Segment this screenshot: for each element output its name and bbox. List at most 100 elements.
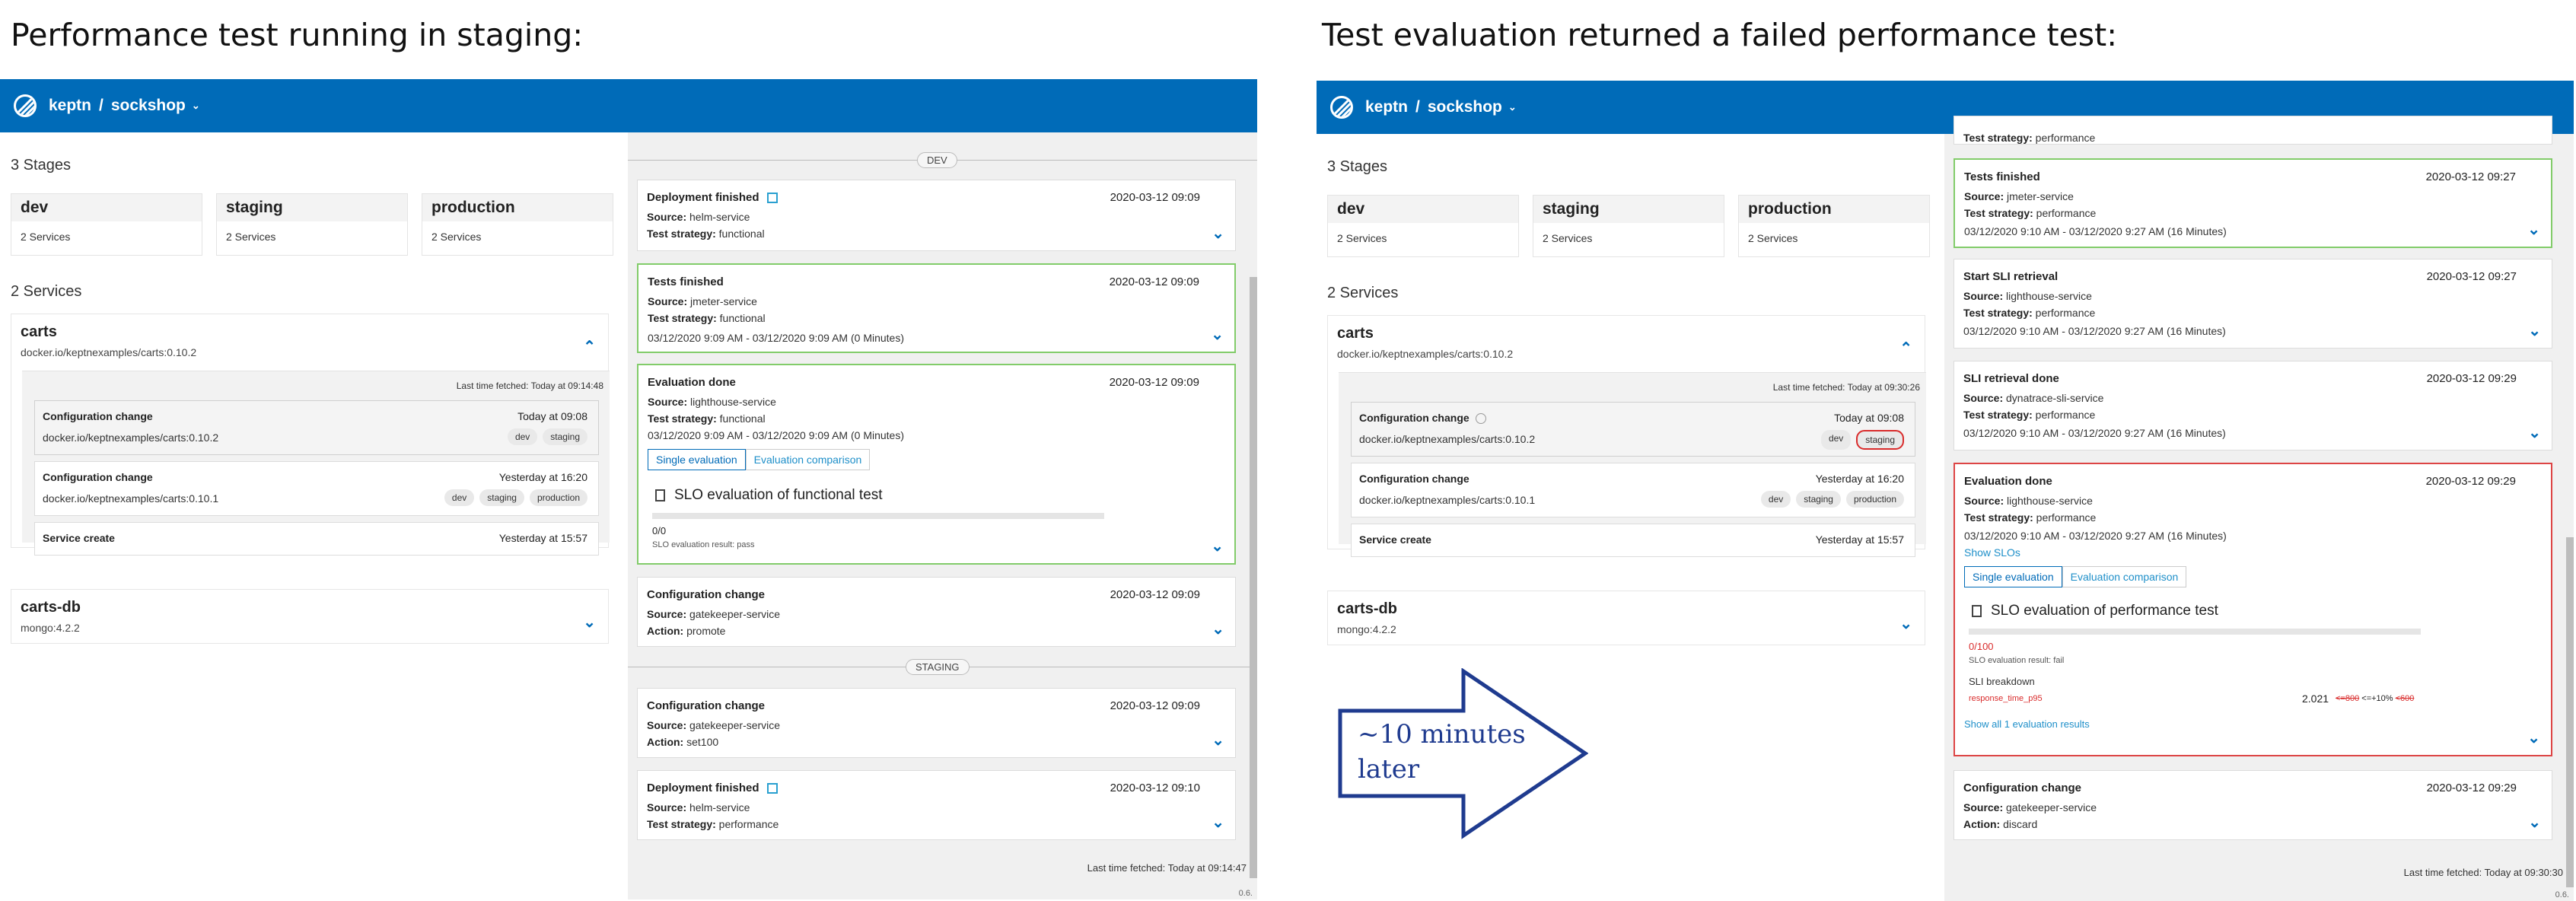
info-icon[interactable] (1475, 413, 1486, 425)
evaluation-comparison-button[interactable]: Evaluation comparison (745, 449, 871, 470)
chevron-down-icon[interactable]: ⌄ (192, 100, 200, 112)
event-title: Configuration change (43, 471, 153, 483)
tag-dev[interactable]: dev (1820, 430, 1852, 450)
stage-card-dev[interactable]: dev 2 Services (11, 193, 202, 256)
card-title: Configuration change (647, 699, 765, 712)
tag-dev[interactable]: dev (1760, 491, 1791, 508)
card-tests-finished[interactable]: Tests finished 2020-03-12 09:09 Source: … (637, 263, 1236, 353)
chevron-down-icon[interactable]: ⌄ (1508, 101, 1517, 113)
tag-production[interactable]: production (1845, 491, 1904, 508)
stage-card-production[interactable]: production 2 Services (422, 193, 613, 256)
card-action: Action: discard (1963, 818, 2038, 830)
single-evaluation-button[interactable]: Single evaluation (648, 449, 746, 470)
card-tests-finished[interactable]: Tests finished 2020-03-12 09:27 Source: … (1953, 158, 2552, 248)
card-sli-retrieval-done[interactable]: SLI retrieval done 2020-03-12 09:29 Sour… (1953, 361, 2552, 450)
chevron-down-icon[interactable]: ⌄ (2528, 813, 2541, 832)
tag-staging-failed[interactable]: staging (1856, 430, 1904, 450)
chevron-down-icon[interactable]: ⌄ (1212, 619, 1224, 638)
chevron-up-icon[interactable]: ⌃ (583, 337, 596, 356)
tag-staging[interactable]: staging (479, 489, 524, 506)
event-config-change[interactable]: Configuration change Today at 09:08 dock… (34, 400, 599, 455)
version-label: 0.6. (1238, 889, 1253, 898)
card-evaluation-done[interactable]: Evaluation done 2020-03-12 09:09 Source:… (637, 364, 1236, 565)
stage-services[interactable]: 2 Services (1328, 223, 1518, 253)
card-evaluation-done-failed[interactable]: Evaluation done 2020-03-12 09:29 Source:… (1953, 463, 2552, 756)
service-image: mongo:4.2.2 (21, 622, 80, 634)
chevron-down-icon[interactable]: ⌄ (2528, 423, 2541, 442)
service-carts-db[interactable]: carts-db mongo:4.2.2 ⌄ (11, 589, 609, 644)
service-carts[interactable]: carts docker.io/keptnexamples/carts:0.10… (11, 314, 610, 556)
service-carts-db[interactable]: carts-db mongo:4.2.2 ⌄ (1327, 591, 1925, 645)
stage-services[interactable]: 2 Services (1533, 223, 1724, 253)
version-label: 0.6. (2555, 890, 2569, 899)
chevron-down-icon[interactable]: ⌄ (1212, 731, 1224, 750)
card-configuration-change[interactable]: Configuration change 2020-03-12 09:29 So… (1953, 770, 2552, 840)
tag-dev[interactable]: dev (444, 489, 475, 506)
chevron-down-icon[interactable]: ⌄ (1899, 614, 1912, 633)
stage-card-staging[interactable]: staging 2 Services (216, 193, 408, 256)
card-date: 2020-03-12 09:29 (2426, 782, 2517, 794)
external-link-icon[interactable] (766, 783, 778, 794)
event-title: Configuration change (43, 410, 153, 422)
card-timeframe: 03/12/2020 9:09 AM - 03/12/2020 9:09 AM … (648, 429, 904, 441)
card-deployment-finished[interactable]: Deployment finished 2020-03-12 09:10 Sou… (637, 770, 1236, 840)
brand-link[interactable]: keptn (49, 97, 91, 115)
chevron-down-icon[interactable]: ⌄ (2527, 728, 2540, 747)
stages-heading: 3 Stages (1327, 158, 1387, 175)
keptn-logo-icon (14, 94, 37, 117)
chevron-up-icon[interactable]: ⌃ (1899, 339, 1912, 358)
evaluation-comparison-button[interactable]: Evaluation comparison (2062, 566, 2187, 587)
card-configuration-change[interactable]: Configuration change 2020-03-12 09:09 So… (637, 577, 1236, 647)
chevron-down-icon[interactable]: ⌄ (2528, 321, 2541, 340)
card-deployment-finished[interactable]: Deployment finished 2020-03-12 09:09 Sou… (637, 180, 1236, 251)
app-header: keptn / sockshop ⌄ (0, 79, 1257, 132)
stage-card-dev[interactable]: dev 2 Services (1327, 195, 1519, 257)
chevron-down-icon[interactable]: ⌄ (583, 613, 596, 632)
card-start-sli-retrieval[interactable]: Start SLI retrieval 2020-03-12 09:27 Sou… (1953, 259, 2552, 349)
stages-heading: 3 Stages (11, 157, 71, 174)
stage-card-production[interactable]: production 2 Services (1738, 195, 1930, 257)
slo-score: 0/0 (652, 525, 667, 536)
tag-production[interactable]: production (529, 489, 587, 506)
card-source: Source: gatekeeper-service (647, 719, 781, 731)
chevron-down-icon[interactable]: ⌄ (1211, 536, 1224, 556)
service-carts[interactable]: carts docker.io/keptnexamples/carts:0.10… (1327, 315, 1926, 557)
tag-dev[interactable]: dev (507, 428, 538, 445)
brand-link[interactable]: keptn (1365, 98, 1408, 116)
stage-services[interactable]: 2 Services (217, 221, 407, 252)
stage-services[interactable]: 2 Services (422, 221, 613, 252)
chevron-down-icon[interactable]: ⌄ (1212, 224, 1224, 243)
stage-card-staging[interactable]: staging 2 Services (1533, 195, 1724, 257)
event-config-change[interactable]: Configuration change Yesterday at 16:20 … (34, 461, 599, 516)
chevron-down-icon[interactable]: ⌄ (2527, 220, 2540, 239)
event-config-change[interactable]: Configuration change Yesterday at 16:20 … (1351, 463, 1915, 517)
project-selector[interactable]: sockshop (111, 97, 186, 115)
project-selector[interactable]: sockshop (1428, 98, 1502, 116)
card-date: 2020-03-12 09:09 (1109, 376, 1199, 389)
event-service-create[interactable]: Service create Yesterday at 15:57 (1351, 524, 1915, 557)
chevron-down-icon[interactable]: ⌄ (1212, 813, 1224, 832)
card-date: 2020-03-12 09:09 (1110, 699, 1200, 712)
card-configuration-change[interactable]: Configuration change 2020-03-12 09:09 So… (637, 688, 1236, 758)
stage-divider-staging: STAGING (906, 659, 970, 675)
card-partial[interactable]: Test strategy: performance (1953, 116, 2552, 145)
event-time: Today at 09:08 (1834, 412, 1904, 424)
show-slos-link[interactable]: Show SLOs (1964, 546, 2020, 559)
feed-scrollbar[interactable] (1250, 277, 1257, 878)
chevron-down-icon[interactable]: ⌄ (1211, 325, 1224, 344)
show-all-results-link[interactable]: Show all 1 evaluation results (1964, 718, 2090, 730)
breadcrumb-separator: / (1415, 98, 1420, 116)
card-strategy: Test strategy: performance (647, 818, 779, 830)
feed-scrollbar[interactable] (2566, 537, 2574, 887)
stage-services[interactable]: 2 Services (1739, 223, 1929, 253)
card-date: 2020-03-12 09:29 (2425, 475, 2516, 488)
tag-staging[interactable]: staging (543, 428, 587, 445)
single-evaluation-button[interactable]: Single evaluation (1964, 566, 2062, 587)
card-source: Source: lighthouse-service (1964, 495, 2093, 507)
tag-staging[interactable]: staging (1796, 491, 1841, 508)
external-link-icon[interactable] (766, 193, 778, 204)
event-config-change[interactable]: Configuration change Today at 09:08 dock… (1351, 402, 1915, 457)
event-service-create[interactable]: Service create Yesterday at 15:57 (34, 522, 599, 556)
stage-services[interactable]: 2 Services (11, 221, 202, 252)
card-date: 2020-03-12 09:27 (2425, 170, 2516, 183)
